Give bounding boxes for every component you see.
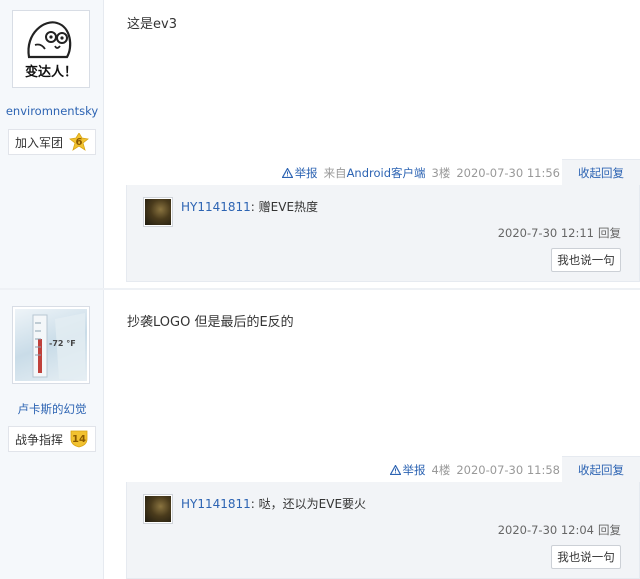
level-number: 14 (72, 433, 86, 445)
avatar[interactable]: 变达人！ (12, 10, 90, 88)
reply-time-row: 2020-7-30 12:11 回复 (498, 225, 621, 241)
reply-separator: : (250, 200, 255, 214)
warning-triangle-icon (389, 465, 401, 475)
author-sidebar: -72 °F 卢卡斯的幻觉 战争指挥 14 (0, 290, 104, 579)
from-prefix: 来自 (323, 166, 347, 180)
level-number: 6 (75, 136, 83, 148)
post-floor-3: 变达人！ enviromnentsky 加入军团 6 这是ev3 举报 来自An… (0, 0, 640, 288)
level-badge-icon: 14 (69, 430, 89, 448)
reply-author[interactable]: HY1141811 (181, 200, 251, 214)
reply-author[interactable]: HY1141811 (181, 497, 251, 511)
reply-area: HY1141811: 赠EVE热度 2020-7-30 12:11 回复 我也说一… (126, 185, 640, 282)
reply-avatar-image (145, 496, 171, 522)
reply-time-row: 2020-7-30 12:04 回复 (498, 522, 621, 538)
reply-link[interactable]: 回复 (598, 226, 621, 240)
avatar[interactable]: -72 °F (12, 306, 90, 384)
avatar-image: -72 °F (15, 309, 87, 381)
reply-time: 2020-7-30 12:04 (497, 523, 594, 537)
author-sidebar: 变达人！ enviromnentsky 加入军团 6 (0, 0, 104, 288)
post-content: 抄袭LOGO 但是最后的E反的 (127, 315, 294, 330)
avatar-image: 变达人！ (15, 13, 87, 85)
post-meta: 举报 4楼 2020-07-30 11:58 (389, 462, 560, 478)
reply-link[interactable]: 回复 (598, 523, 621, 537)
collapse-replies-button[interactable]: 收起回复 (562, 159, 640, 185)
reply-avatar[interactable] (143, 494, 173, 524)
reply-avatar[interactable] (143, 197, 173, 227)
reply-avatar-image (145, 199, 171, 225)
avatar-caption: -72 °F (49, 339, 76, 348)
floor-number: 4楼 (431, 463, 451, 477)
author-name[interactable]: 卢卡斯的幻觉 (0, 401, 104, 417)
say-something-button[interactable]: 我也说一句 (551, 248, 621, 272)
avatar-caption: 变达人！ (24, 65, 77, 80)
reply-time: 2020-7-30 12:11 (497, 226, 594, 240)
post-time: 2020-07-30 11:56 (456, 166, 560, 180)
reply-separator: : (250, 497, 255, 511)
report-link[interactable]: 举报 (389, 462, 426, 478)
post-floor-4: -72 °F 卢卡斯的幻觉 战争指挥 14 抄袭LOGO 但是最后的E反的 举报… (0, 290, 640, 579)
post-time: 2020-07-30 11:58 (456, 463, 560, 477)
member-badge[interactable]: 战争指挥 14 (8, 426, 97, 452)
author-name[interactable]: enviromnentsky (0, 104, 104, 118)
member-badge[interactable]: 加入军团 6 (8, 129, 97, 155)
post-content: 这是ev3 (127, 17, 177, 32)
say-something-button[interactable]: 我也说一句 (551, 545, 621, 569)
reply-text: 哒，还以为EVE要火 (258, 497, 367, 511)
post-meta: 举报 来自Android客户端 3楼 2020-07-30 11:56 (281, 165, 560, 181)
reply-area: HY1141811: 哒，还以为EVE要火 2020-7-30 12:04 回复 … (126, 482, 640, 579)
client-link[interactable]: Android客户端 (347, 166, 426, 180)
warning-triangle-icon (281, 168, 293, 178)
reply-text: 赠EVE热度 (258, 200, 319, 214)
level-badge-icon: 6 (69, 133, 89, 151)
badge-label: 加入军团 (15, 135, 64, 150)
report-label: 举报 (294, 166, 318, 180)
report-link[interactable]: 举报 (281, 165, 318, 181)
reply-item: HY1141811: 哒，还以为EVE要火 (181, 495, 366, 512)
floor-number: 3楼 (431, 166, 451, 180)
collapse-replies-button[interactable]: 收起回复 (562, 456, 640, 482)
report-label: 举报 (402, 463, 426, 477)
reply-item: HY1141811: 赠EVE热度 (181, 198, 318, 215)
badge-label: 战争指挥 (15, 432, 64, 447)
